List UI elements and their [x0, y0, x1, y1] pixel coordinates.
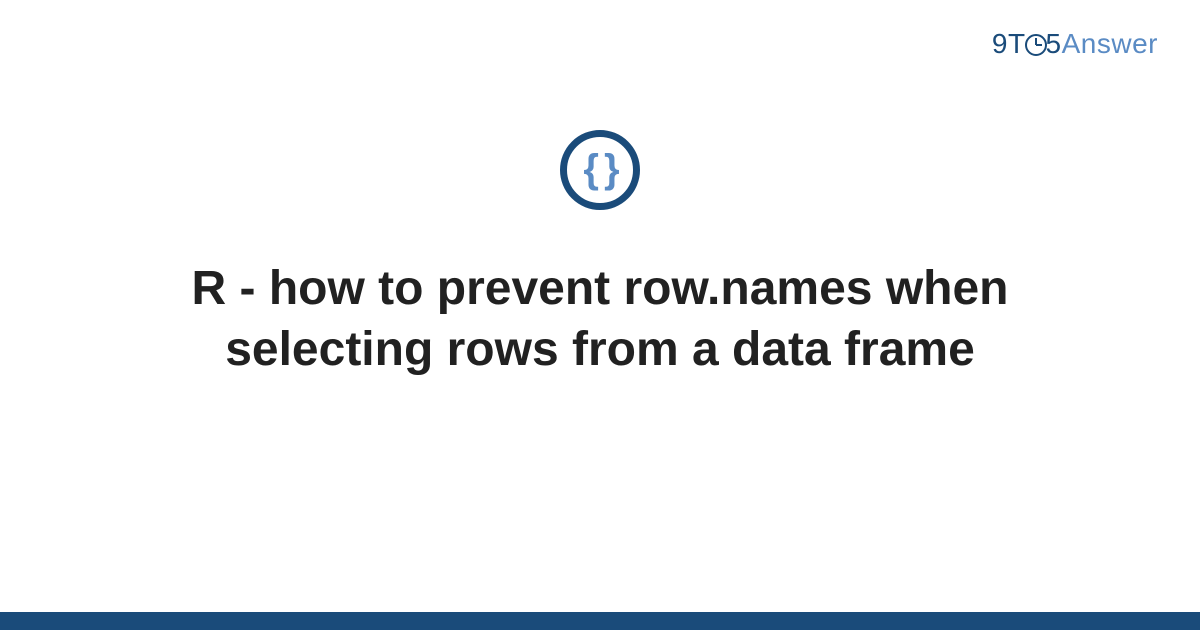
- bottom-accent-bar: [0, 612, 1200, 630]
- brand-nine: 9: [992, 28, 1008, 59]
- page-title: R - how to prevent row.names when select…: [100, 258, 1100, 381]
- braces-glyph: { }: [583, 149, 616, 189]
- braces-icon: { }: [560, 130, 640, 210]
- main-content: { } R - how to prevent row.names when se…: [0, 130, 1200, 381]
- brand-answer: Answer: [1062, 28, 1158, 59]
- brand-t: T: [1008, 28, 1026, 59]
- clock-icon: [1025, 34, 1047, 56]
- brand-logo: 9T5Answer: [992, 28, 1158, 60]
- brand-five: 5: [1046, 28, 1062, 59]
